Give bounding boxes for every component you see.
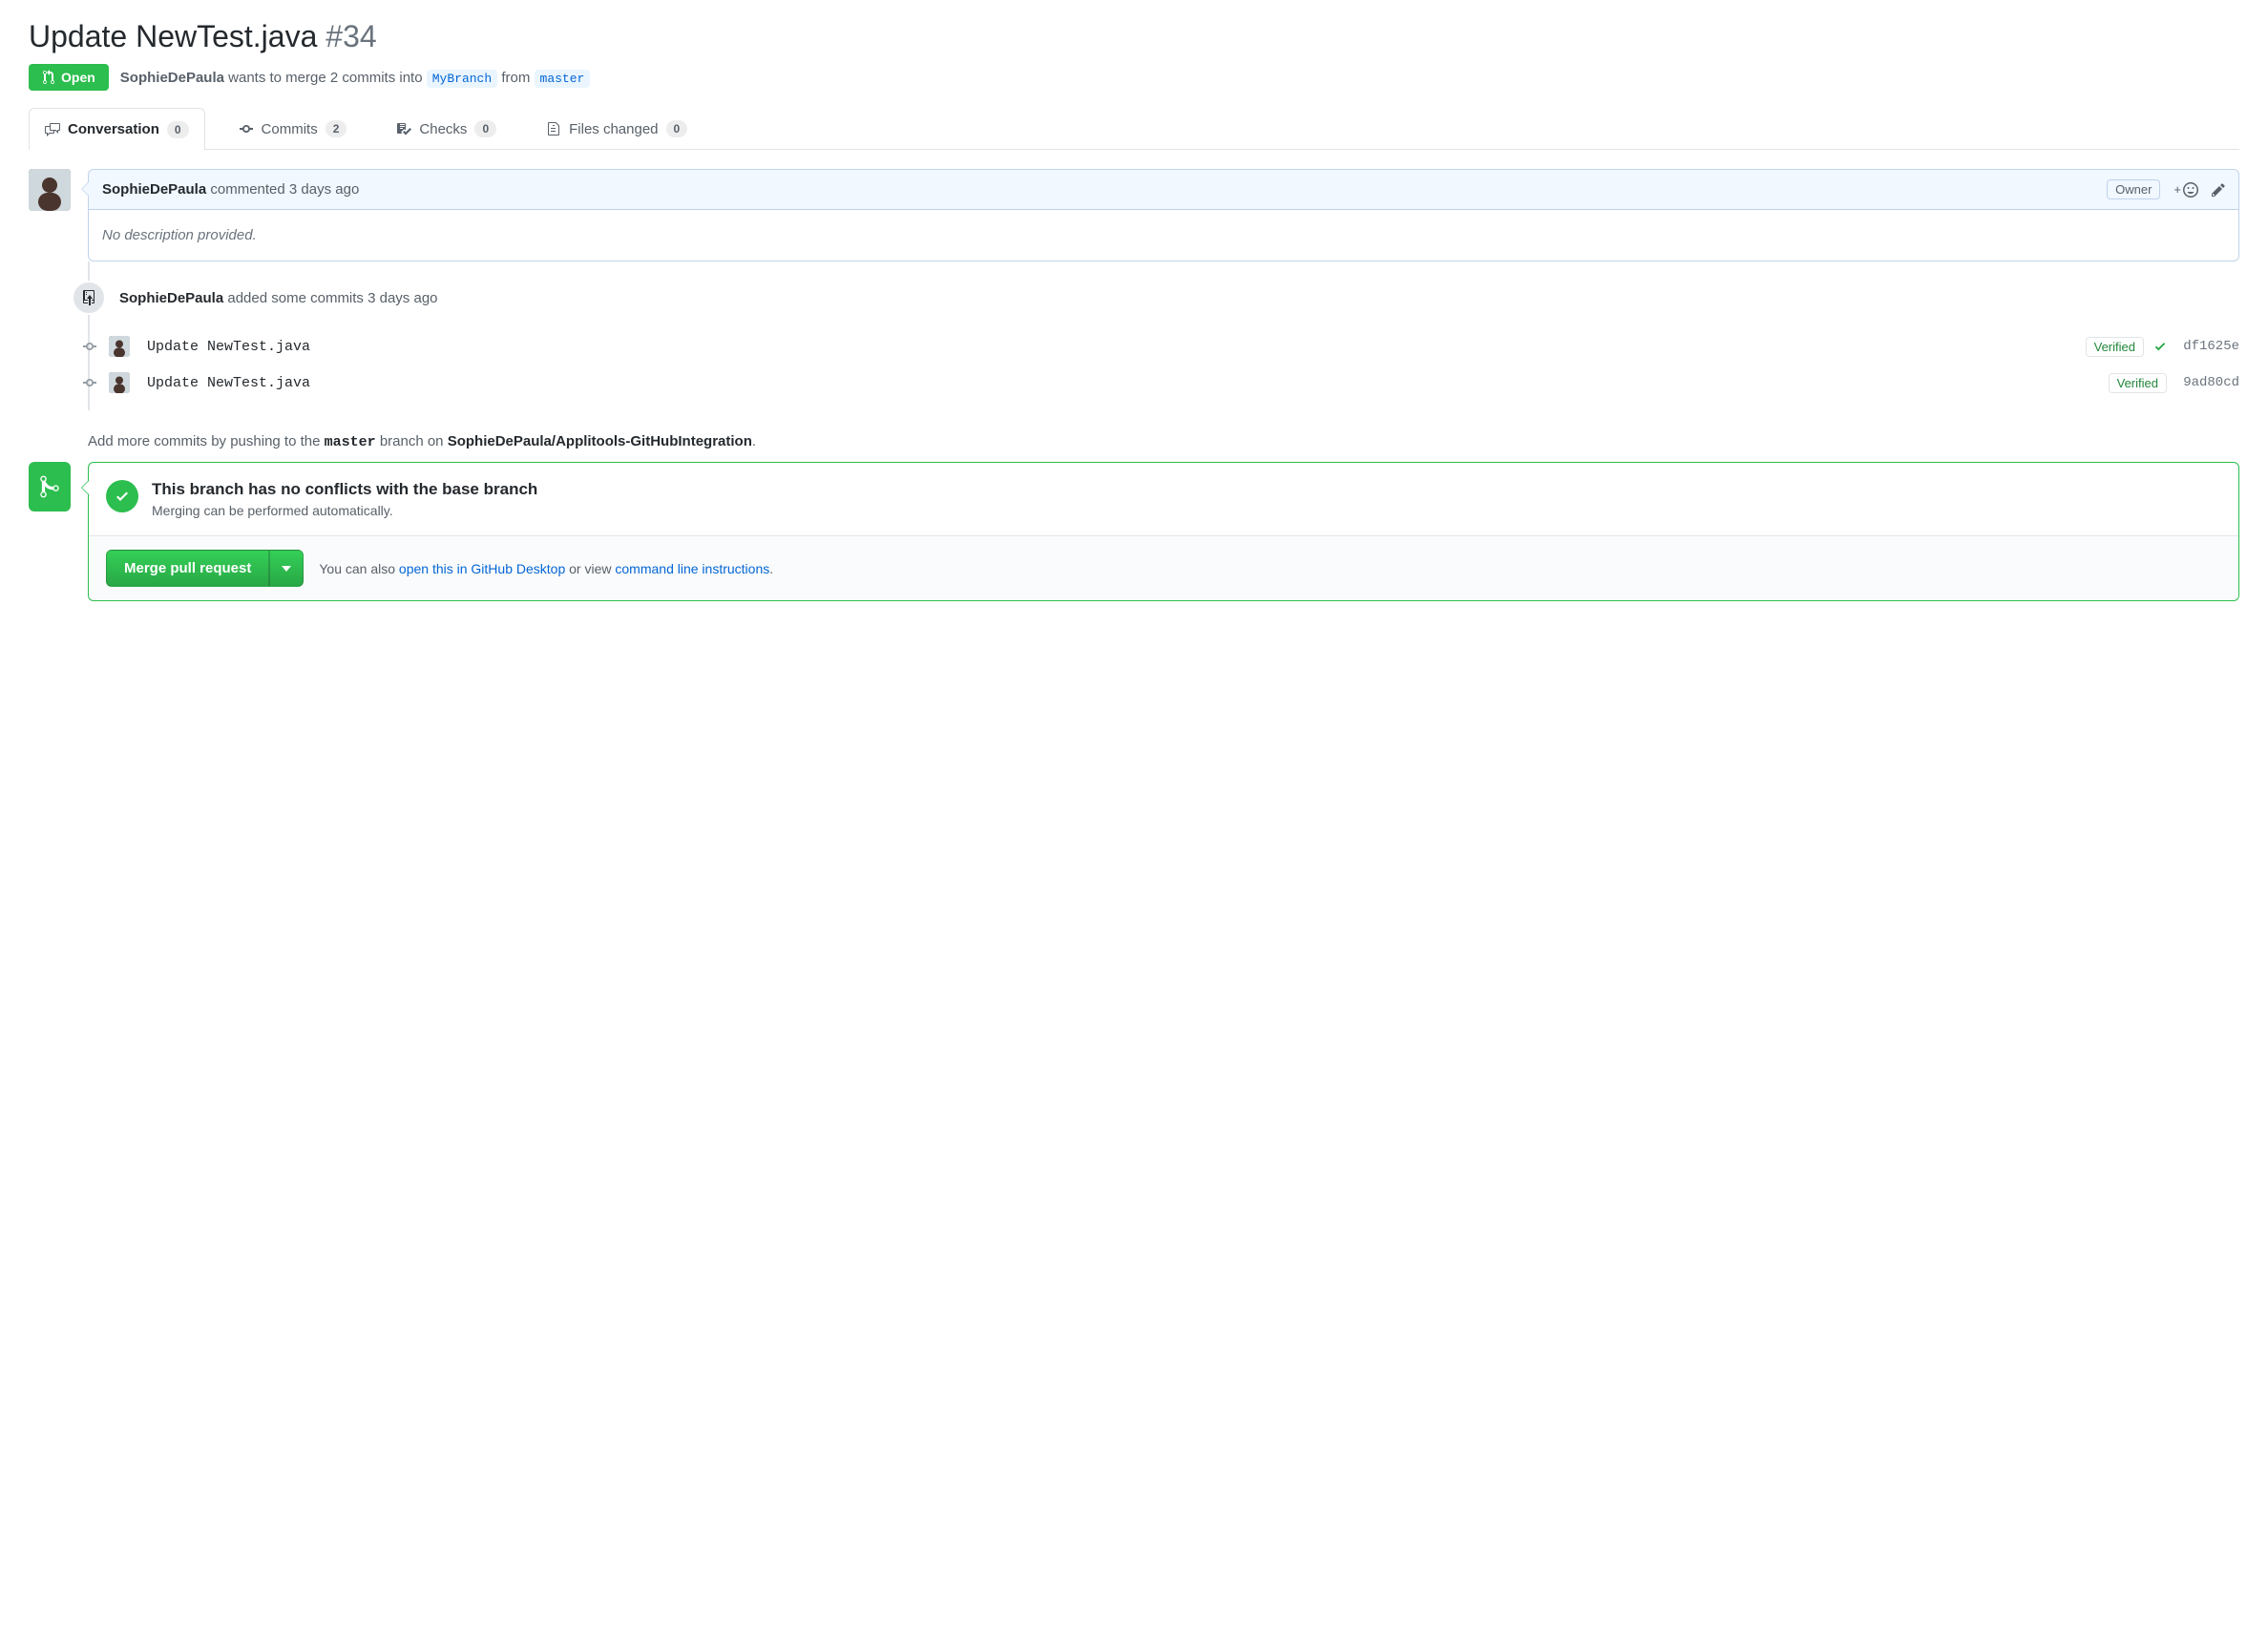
tab-commits[interactable]: Commits 2 [222, 108, 364, 149]
tab-label: Checks [419, 121, 467, 137]
git-pull-request-icon [42, 70, 55, 85]
commit-sha[interactable]: df1625e [2176, 339, 2239, 354]
tab-label: Commits [262, 121, 318, 137]
repo-push-icon [82, 290, 95, 305]
edit-button[interactable] [2212, 182, 2225, 198]
triangle-down-icon [282, 564, 291, 574]
commit-row: Update NewTest.java Verified 9ad80cd [82, 365, 2239, 401]
tab-checks[interactable]: Checks 0 [380, 108, 513, 149]
checklist-icon [396, 121, 411, 136]
timeline: SophieDePaula added some commits 3 days … [88, 261, 2239, 410]
timeline-badge [72, 281, 106, 315]
event-time[interactable]: 3 days ago [368, 290, 437, 306]
pr-meta: Open SophieDePaula wants to merge 2 comm… [29, 64, 2239, 91]
pr-number: #34 [326, 19, 376, 53]
base-branch-chip[interactable]: MyBranch [427, 70, 497, 88]
merge-status-row: This branch has no conflicts with the ba… [89, 463, 2238, 535]
smiley-icon [2183, 182, 2198, 198]
tab-conversation[interactable]: Conversation 0 [29, 108, 205, 150]
merge-title: This branch has no conflicts with the ba… [152, 480, 537, 499]
tab-counter: 0 [666, 120, 688, 137]
comment-time[interactable]: 3 days ago [289, 181, 359, 198]
tab-counter: 0 [167, 121, 189, 138]
git-commit-icon [82, 375, 97, 390]
verified-badge[interactable]: Verified [2109, 373, 2167, 393]
add-reaction-button[interactable]: + [2174, 182, 2198, 198]
commit-row: Update NewTest.java Verified df1625e [82, 328, 2239, 365]
cli-instructions-link[interactable]: command line instructions [615, 561, 769, 576]
pr-title: Update NewTest.java #34 [29, 19, 2239, 54]
comment-body: No description provided. [89, 210, 2238, 261]
comment-author[interactable]: SophieDePaula [102, 181, 206, 198]
check-icon [2153, 340, 2167, 353]
avatar[interactable] [29, 169, 71, 211]
plus-icon: + [2174, 182, 2181, 197]
push-hint: Add more commits by pushing to the maste… [88, 433, 2239, 450]
tab-counter: 2 [326, 120, 347, 137]
head-branch-chip[interactable]: master [535, 70, 591, 88]
owner-badge: Owner [2107, 179, 2160, 199]
merge-status-icon-box [29, 462, 71, 511]
commit-message[interactable]: Update NewTest.java [147, 375, 2097, 391]
tab-label: Files changed [569, 121, 658, 137]
comment-discussion-icon [45, 122, 60, 137]
pr-meta-text: SophieDePaula wants to merge 2 commits i… [120, 70, 591, 86]
merge-section: This branch has no conflicts with the ba… [29, 462, 2239, 601]
avatar[interactable] [109, 372, 130, 393]
file-diff-icon [546, 121, 561, 136]
comment-wrapper: SophieDePaula commented 3 days ago Owner… [29, 169, 2239, 261]
state-label: Open [61, 70, 95, 85]
tab-counter: 0 [474, 120, 496, 137]
avatar[interactable] [109, 336, 130, 357]
state-badge: Open [29, 64, 109, 91]
merge-box: This branch has no conflicts with the ba… [88, 462, 2239, 601]
pr-title-text: Update NewTest.java [29, 19, 317, 53]
pr-author[interactable]: SophieDePaula [120, 70, 224, 86]
commit-message[interactable]: Update NewTest.java [147, 339, 2074, 355]
event-author[interactable]: SophieDePaula [119, 290, 223, 306]
commit-sha[interactable]: 9ad80cd [2176, 375, 2239, 390]
open-desktop-link[interactable]: open this in GitHub Desktop [399, 561, 565, 576]
git-commit-icon [239, 121, 254, 136]
merge-actions: Merge pull request You can also open thi… [89, 535, 2238, 600]
tab-label: Conversation [68, 121, 159, 137]
git-merge-icon [39, 474, 60, 499]
git-commit-icon [82, 339, 97, 354]
comment-box: SophieDePaula commented 3 days ago Owner… [88, 169, 2239, 261]
pencil-icon [2212, 182, 2225, 198]
merge-side-text: You can also open this in GitHub Desktop… [319, 561, 773, 576]
tab-files-changed[interactable]: Files changed 0 [530, 108, 704, 149]
comment-header: SophieDePaula commented 3 days ago Owner… [89, 170, 2238, 210]
merge-pull-request-button[interactable]: Merge pull request [106, 550, 269, 587]
merge-subtitle: Merging can be performed automatically. [152, 503, 537, 518]
merge-dropdown-button[interactable] [269, 550, 304, 587]
tabnav: Conversation 0 Commits 2 Checks 0 Files … [29, 108, 2239, 150]
commits-event: SophieDePaula added some commits 3 days … [72, 281, 2239, 315]
check-circle-icon [106, 480, 138, 512]
verified-badge[interactable]: Verified [2086, 337, 2144, 357]
